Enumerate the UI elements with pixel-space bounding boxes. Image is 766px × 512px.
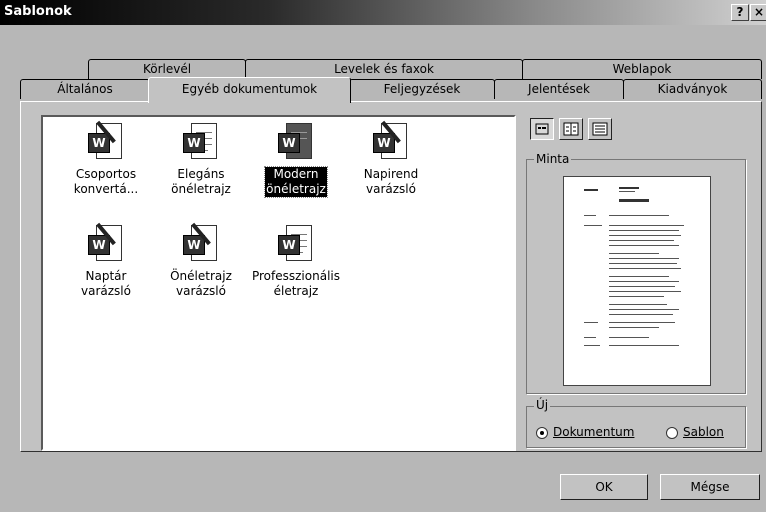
template-list[interactable]: W Csoportos konvertá... W Elegáns önélet… [41, 115, 516, 451]
list-icon [563, 122, 579, 136]
template-label: Elegáns önéletrajz [171, 167, 231, 196]
template-item[interactable]: W Csoportos konvertá... [56, 120, 156, 197]
new-group-label: Új [534, 398, 551, 412]
tab-feljegyzesek[interactable]: Feljegyzések [349, 79, 495, 99]
template-label: Modern önéletrajz [264, 166, 328, 198]
document-preview-thumbnail [584, 187, 684, 346]
template-label: Csoportos konvertá... [73, 167, 139, 196]
help-button[interactable]: ? [731, 4, 749, 21]
word-template-icon: W [278, 121, 314, 161]
wizard-icon: W [88, 222, 124, 263]
close-button[interactable]: × [750, 4, 766, 21]
tab-kiadvanyok[interactable]: Kiadványok [623, 79, 762, 99]
wizard-icon: W [88, 120, 124, 161]
wizard-icon: W [183, 222, 219, 263]
cancel-button[interactable]: Mégse [660, 474, 760, 500]
template-item[interactable]: W Napirend varázsló [341, 120, 441, 197]
preview-label: Minta [534, 152, 572, 166]
large-icons-button[interactable] [530, 118, 554, 140]
document-radio-label[interactable]: Dokumentum [553, 425, 634, 439]
title-bar: Sablonok ? × [0, 0, 766, 25]
word-template-icon: W [278, 223, 314, 263]
template-item-selected[interactable]: W Modern önéletrajz [246, 121, 346, 198]
template-item[interactable]: W Elegáns önéletrajz [151, 121, 251, 197]
details-button[interactable] [588, 118, 612, 140]
list-button[interactable] [559, 118, 583, 140]
details-icon [592, 122, 608, 136]
tab-altalanos[interactable]: Általános [20, 79, 150, 99]
template-radio-label[interactable]: Sablon [683, 425, 724, 439]
template-label: Professzionális életrajz [251, 269, 340, 298]
template-label: Önéletrajz varázsló [170, 269, 232, 298]
template-radio[interactable] [666, 427, 678, 439]
large-icons-icon [535, 123, 549, 135]
template-item[interactable]: W Naptár varázsló [56, 222, 156, 299]
template-item[interactable]: W Önéletrajz varázsló [151, 222, 251, 299]
tab-korlevel[interactable]: Körlevél [88, 59, 246, 79]
template-item[interactable]: W Professzionális életrajz [246, 223, 346, 299]
template-label: Napirend varázsló [363, 167, 419, 196]
tab-egyeb-dokumentumok[interactable]: Egyéb dokumentumok [148, 77, 351, 103]
ok-button[interactable]: OK [560, 474, 648, 500]
window-title: Sablonok [4, 4, 72, 19]
tab-levelek-es-faxok[interactable]: Levelek és faxok [245, 59, 523, 79]
preview-image [563, 176, 711, 386]
template-label: Naptár varázsló [81, 269, 131, 298]
tab-weblapok[interactable]: Weblapok [522, 59, 762, 79]
document-radio[interactable] [536, 427, 548, 439]
wizard-icon: W [373, 120, 409, 161]
tab-jelentesek[interactable]: Jelentések [494, 79, 624, 99]
word-template-icon: W [183, 121, 219, 161]
